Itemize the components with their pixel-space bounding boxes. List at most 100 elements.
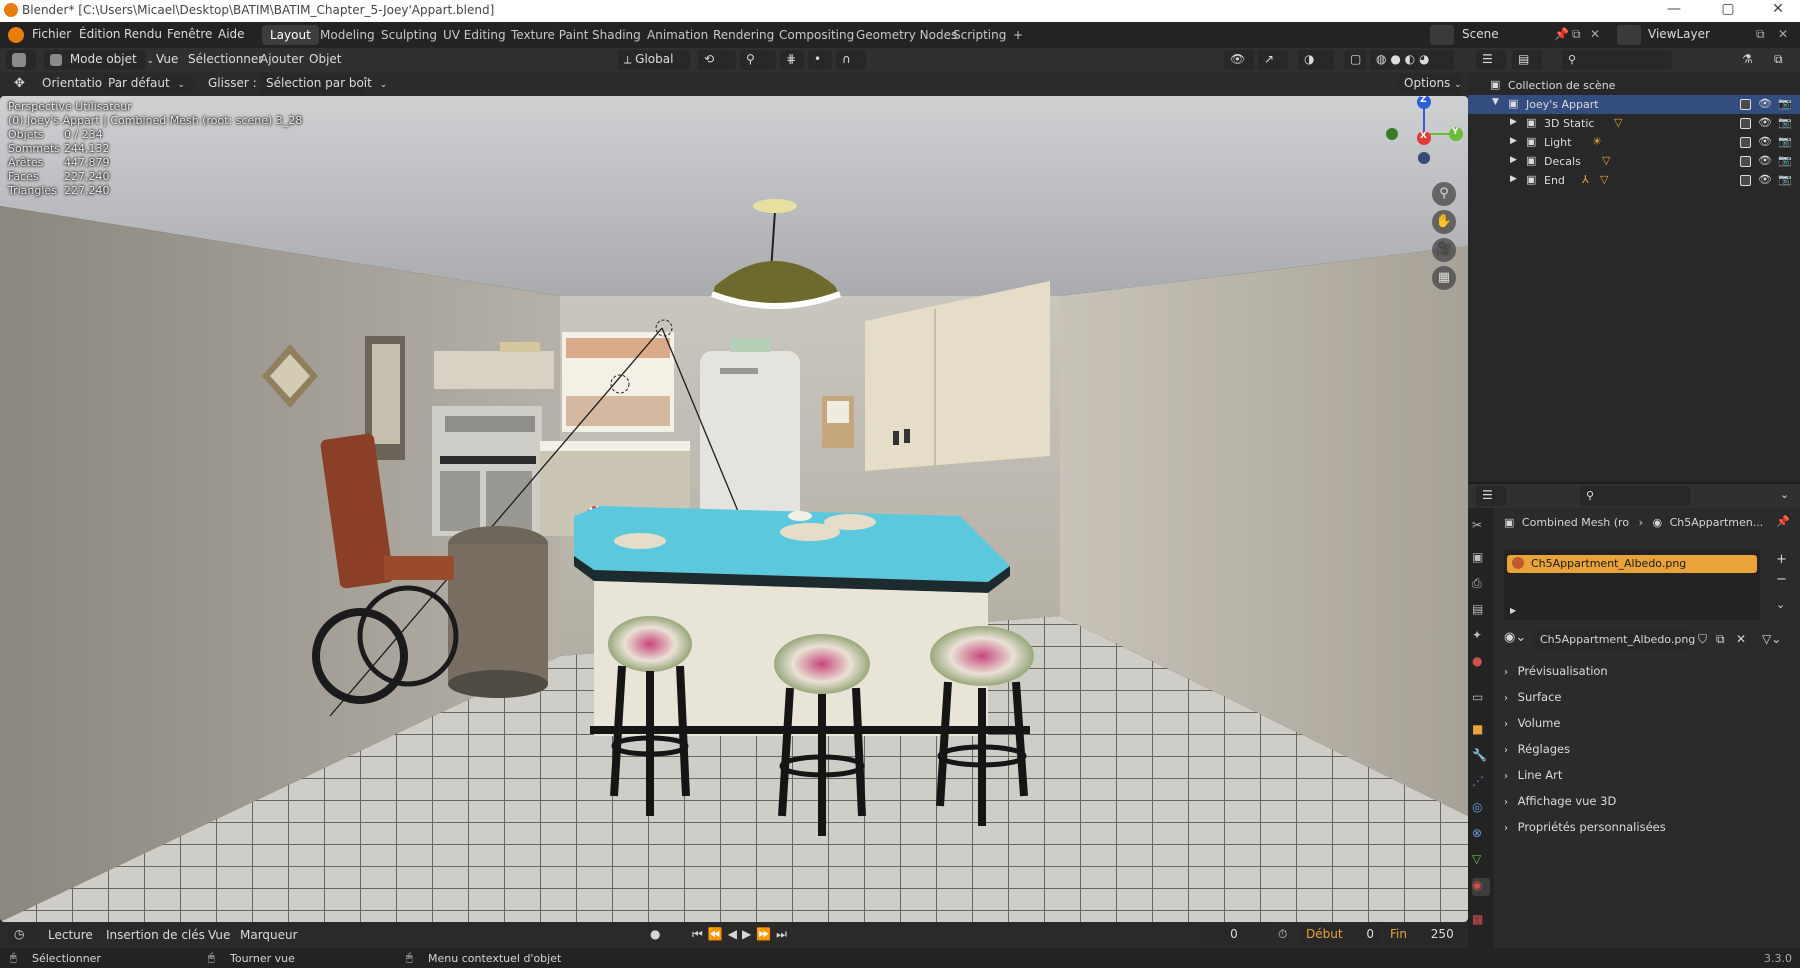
eye-icon[interactable]: 👁 (1758, 173, 1772, 186)
new-collection-icon[interactable]: ⧉ (1774, 52, 1783, 67)
minimize-button[interactable]: — (1654, 1, 1694, 17)
playback-controls[interactable]: ⏮⏪◀▶⏩⏭ (692, 927, 792, 942)
snap-icon[interactable]: ⚲ (740, 50, 776, 70)
timeline-view-menu[interactable]: Vue (208, 928, 230, 942)
panel-viewport-display[interactable]: › Affichage vue 3D (1504, 794, 1794, 816)
menu-add[interactable]: Ajouter (260, 52, 304, 66)
pin-icon[interactable]: 📌 (1776, 515, 1790, 528)
panel-line-art[interactable]: › Line Art (1504, 768, 1794, 790)
link-type-icon[interactable]: ▽⌄ (1762, 632, 1781, 646)
panel-volume[interactable]: › Volume (1504, 716, 1794, 738)
modifier-tab-icon[interactable]: 🔧 (1472, 748, 1490, 766)
tab-uv-editing[interactable]: UV Editing (435, 25, 514, 45)
record-icon[interactable]: ● (650, 927, 660, 941)
outliner-row-decals[interactable]: ▶ ▣ Decals ▽ 👁 📷 (1468, 152, 1800, 171)
3d-viewport[interactable]: Perspective Utilisateur (0) Joey's Appar… (0, 96, 1468, 922)
eye-icon[interactable]: 👁 (1758, 97, 1772, 110)
panel-custom-properties[interactable]: › Propriétés personnalisées (1504, 820, 1794, 842)
keying-menu[interactable]: Insertion de clés (106, 928, 205, 942)
playback-menu[interactable]: Lecture (48, 928, 93, 942)
outliner-search-input[interactable]: ⚲ (1562, 50, 1672, 70)
visibility-icon[interactable]: 👁 (1224, 50, 1254, 70)
outliner-row-light[interactable]: ▶ ▣ Light ☀ 👁 📷 (1468, 133, 1800, 152)
menu-help[interactable]: Aide (218, 27, 245, 41)
display-mode-icon[interactable]: ▤ (1512, 50, 1542, 70)
exclude-checkbox[interactable] (1740, 175, 1751, 186)
camera-view-icon[interactable]: 🎥 (1432, 238, 1456, 262)
menu-object[interactable]: Objet (309, 52, 341, 66)
mode-selector[interactable]: Mode objet ⌄ (44, 50, 154, 70)
new-view-layer-icon[interactable]: ⧉ (1756, 27, 1765, 42)
proportional-edit-icon[interactable]: • (808, 50, 832, 70)
blender-menu-icon[interactable] (8, 27, 24, 43)
panel-surface[interactable]: › Surface (1504, 690, 1794, 712)
constraints-tab-icon[interactable]: ⊗ (1472, 826, 1490, 844)
object-tab-icon[interactable]: ■ (1472, 722, 1490, 740)
camera-render-icon[interactable]: 📷 (1778, 135, 1792, 148)
pin-scene-icon[interactable]: 📌 (1554, 27, 1569, 41)
outliner-row-joeys-appart[interactable]: ▼ ▣ Joey's Appart 👁 📷 (1468, 95, 1800, 114)
properties-search-input[interactable]: ⚲ (1580, 486, 1690, 506)
scene-name[interactable]: Scene (1462, 27, 1499, 41)
expand-arrow-icon[interactable]: ▶ (1510, 606, 1516, 615)
tab-modeling[interactable]: Modeling (312, 25, 383, 45)
end-frame-field[interactable]: Fin 250 (1384, 925, 1464, 945)
texture-tab-icon[interactable]: ▩ (1472, 912, 1490, 930)
close-button[interactable]: ✕ (1758, 1, 1798, 17)
navigation-gizmo[interactable]: Z Y X (1382, 96, 1466, 176)
shading-mode-buttons[interactable]: ◍ ● ◐ ◕ (1370, 50, 1454, 70)
physics-tab-icon[interactable]: ◎ (1472, 800, 1490, 818)
exclude-checkbox[interactable] (1740, 137, 1751, 148)
chevron-down-icon[interactable]: ⌄ (1780, 488, 1789, 501)
perspective-grid-icon[interactable]: ▦ (1432, 266, 1456, 290)
camera-render-icon[interactable]: 📷 (1778, 116, 1792, 129)
add-workspace-button[interactable]: + (1005, 25, 1031, 45)
camera-render-icon[interactable]: 📷 (1778, 97, 1792, 110)
camera-render-icon[interactable]: 📷 (1778, 154, 1792, 167)
duplicate-material-icon[interactable]: ⧉ (1716, 632, 1725, 647)
render-tab-icon[interactable]: ▣ (1472, 550, 1490, 568)
editor-type-button[interactable] (6, 50, 36, 70)
eye-icon[interactable]: 👁 (1758, 135, 1772, 148)
exclude-checkbox[interactable] (1740, 99, 1751, 110)
view-layer-tab-icon[interactable]: ▤ (1472, 602, 1490, 620)
tool-tab-icon[interactable]: ✂ (1472, 518, 1490, 536)
scene-tab-icon[interactable]: ✦ (1472, 628, 1490, 646)
delete-scene-icon[interactable]: ✕ (1590, 27, 1600, 41)
orientation-select[interactable]: Par défaut ⌄ (102, 74, 194, 94)
remove-slot-button[interactable]: − (1776, 572, 1787, 587)
wireframe-shading-icon[interactable]: ◍ (1376, 52, 1386, 66)
data-tab-icon[interactable]: ▽ (1472, 852, 1490, 870)
expand-arrow-icon[interactable]: ▶ (1510, 155, 1517, 165)
menu-window[interactable]: Fenêtre (167, 27, 212, 41)
clock-icon[interactable]: ⏱ (1278, 927, 1287, 942)
outliner-row-end[interactable]: ▶ ▣ End ⅄ ▽ 👁 📷 (1468, 171, 1800, 190)
new-scene-icon[interactable]: ⧉ (1572, 27, 1581, 42)
pivot-point-icon[interactable]: ⟲ (698, 50, 736, 70)
current-frame-field[interactable]: 0 (1202, 925, 1266, 945)
outliner-row-scene-collection[interactable]: ▣ Collection de scène (1468, 76, 1800, 95)
tab-texture-paint[interactable]: Texture Paint (503, 25, 596, 45)
panel-settings[interactable]: › Réglages (1504, 742, 1794, 764)
material-name-field[interactable]: Ch5Appartment_Albedo.png (1534, 630, 1695, 650)
eye-icon[interactable]: 👁 (1758, 154, 1772, 167)
menu-select[interactable]: Sélectionner (188, 52, 263, 66)
options-button[interactable]: Options ⌄ (1398, 74, 1462, 94)
expand-arrow-icon[interactable]: ▶ (1510, 117, 1517, 127)
material-browse-icon[interactable]: ◉⌄ (1504, 630, 1528, 650)
filter-icon[interactable]: ⚗ (1742, 52, 1753, 66)
transform-orientation-select[interactable]: ⟂ Global (618, 50, 690, 70)
fake-user-shield-icon[interactable]: ⛉ (1698, 632, 1707, 647)
start-frame-field[interactable]: Début 0 (1300, 925, 1380, 945)
panel-preview[interactable]: › Prévisualisation (1504, 664, 1794, 686)
snap-options-icon[interactable]: ⋕ (780, 50, 804, 70)
gizmo-toggle-icon[interactable]: ↗ (1258, 50, 1288, 70)
scene-selector-icon[interactable] (1430, 25, 1454, 45)
camera-render-icon[interactable]: 📷 (1778, 173, 1792, 186)
material-tab-icon[interactable]: ◉ (1472, 878, 1490, 896)
outliner-row-3d-static[interactable]: ▶ ▣ 3D Static ▽ 👁 📷 (1468, 114, 1800, 133)
overlay-toggle-icon[interactable]: ◑ (1298, 50, 1334, 70)
tab-scripting[interactable]: Scripting (945, 25, 1014, 45)
collection-tab-icon[interactable]: ▭ (1472, 690, 1490, 708)
rendered-shading-icon[interactable]: ◕ (1419, 52, 1429, 66)
